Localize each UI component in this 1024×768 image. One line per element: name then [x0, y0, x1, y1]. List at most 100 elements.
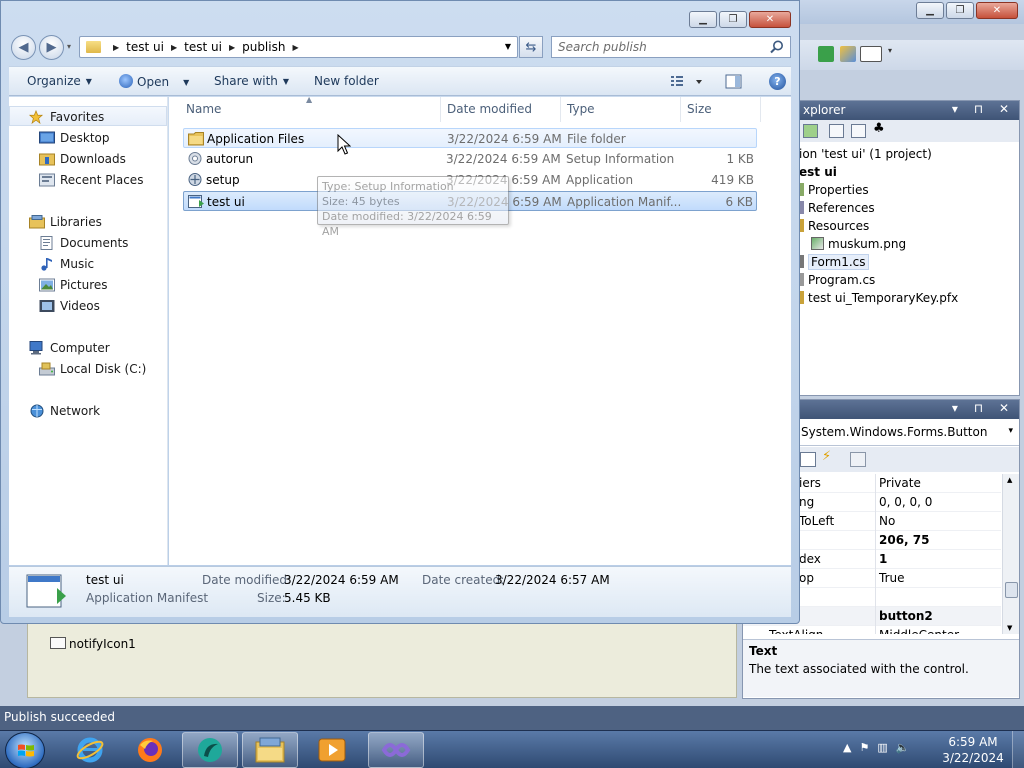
- nav-desktop[interactable]: Desktop: [9, 128, 167, 148]
- explorer-maximize-button[interactable]: ❐: [719, 11, 747, 28]
- refresh-button[interactable]: ⇆: [519, 36, 543, 58]
- description-text: The text associated with the control.: [749, 662, 969, 676]
- column-divider[interactable]: [440, 97, 441, 122]
- file-row[interactable]: Application Files 3/22/2024 6:59 AM File…: [183, 128, 757, 148]
- property-value: MiddleCenter: [879, 626, 959, 634]
- column-header-date-modified[interactable]: Date modified: [447, 102, 532, 116]
- chevron-down-icon: ▼: [85, 77, 92, 86]
- preview-pane-icon[interactable]: [725, 74, 742, 90]
- explorer-close-button[interactable]: ✕: [749, 11, 791, 28]
- alphabetical-icon[interactable]: [800, 452, 816, 467]
- tree-node-image[interactable]: muskum.png: [811, 237, 906, 251]
- nav-pictures[interactable]: Pictures: [9, 275, 167, 295]
- address-history-icon[interactable]: ▼: [505, 42, 511, 51]
- column-divider[interactable]: [680, 97, 681, 122]
- nav-music[interactable]: Music: [9, 254, 167, 274]
- notify-icon-component[interactable]: notifyIcon1: [50, 637, 136, 651]
- taskbar-internet-explorer[interactable]: [62, 732, 118, 768]
- search-icon[interactable]: [769, 39, 785, 55]
- mouse-cursor-icon: [337, 134, 351, 155]
- forward-button[interactable]: ▶: [39, 35, 64, 60]
- breadcrumb-separator-icon[interactable]: ▶: [292, 43, 298, 52]
- nav-favorites[interactable]: Favorites: [9, 106, 167, 126]
- nav-computer[interactable]: Computer: [9, 338, 167, 358]
- volume-muted-icon[interactable]: 🔈: [896, 741, 910, 754]
- panel-pin-close-icons[interactable]: ▾ ⊓ ✕: [952, 401, 1015, 415]
- tree-node-program[interactable]: Program.cs: [799, 273, 875, 287]
- breadcrumb-item[interactable]: publish: [242, 40, 285, 54]
- breadcrumb-separator-icon[interactable]: ▶: [171, 43, 177, 52]
- organize-button[interactable]: Organize ▼: [27, 74, 92, 88]
- refresh-icon[interactable]: [803, 124, 818, 138]
- search-box[interactable]: [551, 36, 791, 58]
- tree-node-form1[interactable]: Form1.cs: [799, 254, 869, 270]
- action-center-flag-icon[interactable]: ⚑: [859, 741, 869, 754]
- toolbar-dropdown-icon[interactable]: ▾: [888, 46, 904, 62]
- properties-scrollbar[interactable]: ▲ ▼: [1002, 474, 1019, 634]
- tree-node-properties[interactable]: Properties: [799, 183, 869, 197]
- view-class-diagram-icon[interactable]: ♣: [873, 121, 888, 136]
- tree-node-solution[interactable]: ion 'test ui' (1 project): [799, 147, 932, 161]
- nav-label: Pictures: [60, 278, 108, 292]
- start-button[interactable]: [5, 732, 45, 768]
- panel-pin-close-icons[interactable]: ▾ ⊓ ✕: [952, 102, 1015, 116]
- scrollbar-thumb[interactable]: [1005, 582, 1018, 598]
- address-bar[interactable]: ▶ test ui ▶ test ui ▶ publish ▶ ▼: [79, 36, 518, 58]
- nav-local-disk[interactable]: Local Disk (C:): [9, 359, 167, 379]
- scroll-up-icon[interactable]: ▲: [1007, 476, 1012, 484]
- recent-pages-icon[interactable]: ▾: [67, 42, 71, 51]
- open-button[interactable]: Open ▼: [119, 74, 189, 89]
- events-icon[interactable]: ⚡: [822, 449, 838, 464]
- toolbar-icon-2[interactable]: [840, 46, 856, 62]
- scroll-down-icon[interactable]: ▼: [1007, 624, 1012, 632]
- clock-time: 6:59 AM: [948, 735, 998, 749]
- taskbar-visual-studio[interactable]: [368, 732, 424, 768]
- property-pages-icon[interactable]: [850, 452, 866, 467]
- change-view-icon[interactable]: [670, 74, 702, 90]
- taskbar-app-teal[interactable]: [182, 732, 238, 768]
- vs-minimize-button[interactable]: ▁: [916, 2, 944, 19]
- nav-recent-places[interactable]: Recent Places: [9, 170, 167, 190]
- tree-node-label: est ui: [799, 165, 837, 179]
- show-desktop-button[interactable]: [1012, 731, 1024, 768]
- nav-downloads[interactable]: Downloads: [9, 149, 167, 169]
- property-row[interactable]: TextAlignMiddleCenter: [743, 626, 1001, 634]
- nav-libraries[interactable]: Libraries: [9, 212, 167, 232]
- tree-node-project[interactable]: est ui: [799, 165, 837, 179]
- taskbar-file-explorer[interactable]: [242, 732, 298, 768]
- tree-node-resources[interactable]: Resources: [799, 219, 869, 233]
- taskbar-firefox[interactable]: [122, 732, 178, 768]
- column-divider[interactable]: [560, 97, 561, 122]
- search-input[interactable]: [552, 37, 764, 57]
- show-all-files-icon[interactable]: [829, 124, 844, 138]
- tree-node-references[interactable]: References: [799, 201, 875, 215]
- help-icon[interactable]: ?: [769, 73, 786, 90]
- tree-node-key[interactable]: test ui_TemporaryKey.pfx: [799, 291, 958, 305]
- properties-object-selector[interactable]: System.Windows.Forms.Button ▾: [795, 420, 1019, 446]
- vs-close-button[interactable]: ✕: [976, 2, 1018, 19]
- toolbar-icon-3[interactable]: [860, 46, 882, 62]
- breadcrumb-separator-icon[interactable]: ▶: [229, 43, 235, 52]
- nav-videos[interactable]: Videos: [9, 296, 167, 316]
- new-folder-button[interactable]: New folder: [314, 74, 379, 88]
- explorer-minimize-button[interactable]: ▁: [689, 11, 717, 28]
- taskbar-clock[interactable]: 6:59 AM 3/22/2024: [938, 734, 1008, 766]
- column-header-size[interactable]: Size: [687, 102, 712, 116]
- vs-restore-button[interactable]: ❐: [946, 2, 974, 19]
- properties-icon[interactable]: [851, 124, 866, 138]
- column-header-type[interactable]: Type: [567, 102, 595, 116]
- column-header-name[interactable]: Name: [186, 102, 221, 116]
- column-divider[interactable]: [760, 97, 761, 122]
- taskbar-media-player[interactable]: [304, 732, 360, 768]
- breadcrumb-item[interactable]: test ui: [126, 40, 164, 54]
- nav-documents[interactable]: Documents: [9, 233, 167, 253]
- share-with-button[interactable]: Share with ▼: [214, 74, 289, 88]
- file-row[interactable]: autorun 3/22/2024 6:59 AM Setup Informat…: [183, 149, 757, 169]
- toolbar-icon-1[interactable]: [818, 46, 834, 62]
- network-tray-icon[interactable]: ▥: [877, 741, 887, 754]
- breadcrumb-item[interactable]: test ui: [184, 40, 222, 54]
- nav-network[interactable]: Network: [9, 401, 167, 421]
- show-hidden-icons-icon[interactable]: ▲: [843, 741, 851, 754]
- back-button[interactable]: ◀: [11, 35, 36, 60]
- breadcrumb-separator-icon[interactable]: ▶: [113, 43, 119, 52]
